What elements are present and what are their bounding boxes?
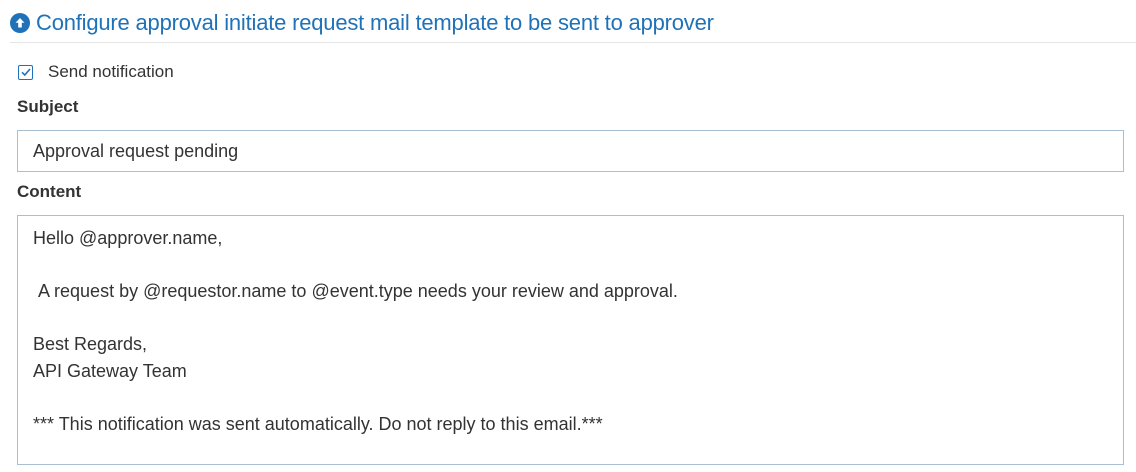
arrow-up-circle-icon[interactable]	[10, 12, 30, 33]
content-label: Content	[17, 182, 82, 201]
content-textarea[interactable]: Hello @approver.name, A request by @requ…	[17, 215, 1124, 465]
checkmark-icon	[20, 68, 31, 77]
subject-label: Subject	[17, 97, 79, 116]
mail-template-page: Configure approval initiate request mail…	[0, 0, 1136, 472]
send-notification-label[interactable]: Send notification	[48, 62, 174, 82]
subject-input[interactable]	[17, 130, 1124, 172]
section-header[interactable]: Configure approval initiate request mail…	[10, 6, 1136, 43]
send-notification-checkbox[interactable]	[18, 64, 33, 80]
section-title: Configure approval initiate request mail…	[36, 9, 714, 35]
send-notification-row: Send notification	[18, 60, 174, 84]
